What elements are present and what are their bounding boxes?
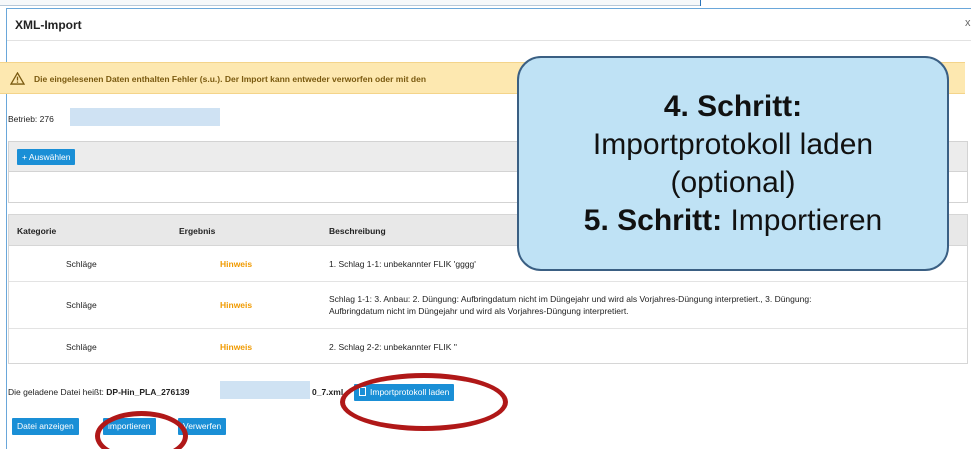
page: XML-Import x Die eingelesenen Daten enth… [0, 0, 971, 449]
step5-title: 5. Schritt: [583, 204, 723, 237]
file-info: Die geladene Datei heißt: DP-Hin_PLA_276… [8, 387, 189, 397]
cell-ergebnis: Hinweis [220, 342, 253, 352]
cell-beschreibung: 2. Schlag 2-2: unbekannter FLIK '' [329, 342, 457, 352]
instruction-callout: 4. Schritt: Importprotokoll laden (optio… [517, 56, 949, 271]
cell-beschreibung: Schlag 1-1: 3. Anbau: 2. Düngung: Aufbri… [329, 294, 812, 304]
cell-kategorie: Schläge [66, 259, 97, 269]
table-row: Schläge Hinweis Schlag 1-1: 3. Anbau: 2.… [9, 282, 967, 329]
step4-title: 4. Schritt: [663, 90, 803, 123]
file-name: DP-Hin_PLA_276139 [106, 387, 190, 397]
header-ergebnis: Ergebnis [179, 226, 216, 236]
redacted-file-name [220, 381, 310, 399]
warning-text: Die eingelesenen Daten enthalten Fehler … [34, 74, 427, 84]
cell-ergebnis: Hinweis [220, 259, 253, 269]
dialog-header: XML-Import x [7, 9, 971, 41]
step4-line1: Importprotokoll laden [592, 128, 874, 161]
background-strip [0, 0, 700, 6]
cell-ergebnis: Hinweis [220, 300, 253, 310]
warning-icon [10, 72, 25, 85]
header-kategorie: Kategorie [17, 226, 57, 236]
show-file-button[interactable]: Datei anzeigen [12, 418, 79, 435]
step5-line: 5. Schritt: Importieren [519, 202, 947, 240]
background-divider [700, 0, 971, 6]
cell-beschreibung-continued: Aufbringdatum nicht im Düngejahr und wir… [329, 306, 629, 316]
file-label: Die geladene Datei heißt: [8, 387, 104, 397]
close-icon[interactable]: x [965, 17, 971, 29]
step4-line2: (optional) [670, 166, 796, 199]
cell-kategorie: Schläge [66, 342, 97, 352]
step5-text: Importieren [722, 204, 883, 237]
betrieb-label: Betrieb: 276 [8, 114, 54, 124]
cell-beschreibung: 1. Schlag 1-1: unbekannter FLIK 'gggg' [329, 259, 476, 269]
file-name-suffix: 0_7.xml [312, 387, 344, 397]
highlight-ring-protocol [340, 373, 508, 431]
cell-kategorie: Schläge [66, 300, 97, 310]
table-row: Schläge Hinweis 2. Schlag 2-2: unbekannt… [9, 329, 967, 363]
dialog-title: XML-Import [15, 18, 82, 32]
redacted-betrieb-number [70, 108, 220, 126]
select-button[interactable]: + Auswählen [17, 149, 76, 165]
header-beschreibung: Beschreibung [329, 226, 386, 236]
